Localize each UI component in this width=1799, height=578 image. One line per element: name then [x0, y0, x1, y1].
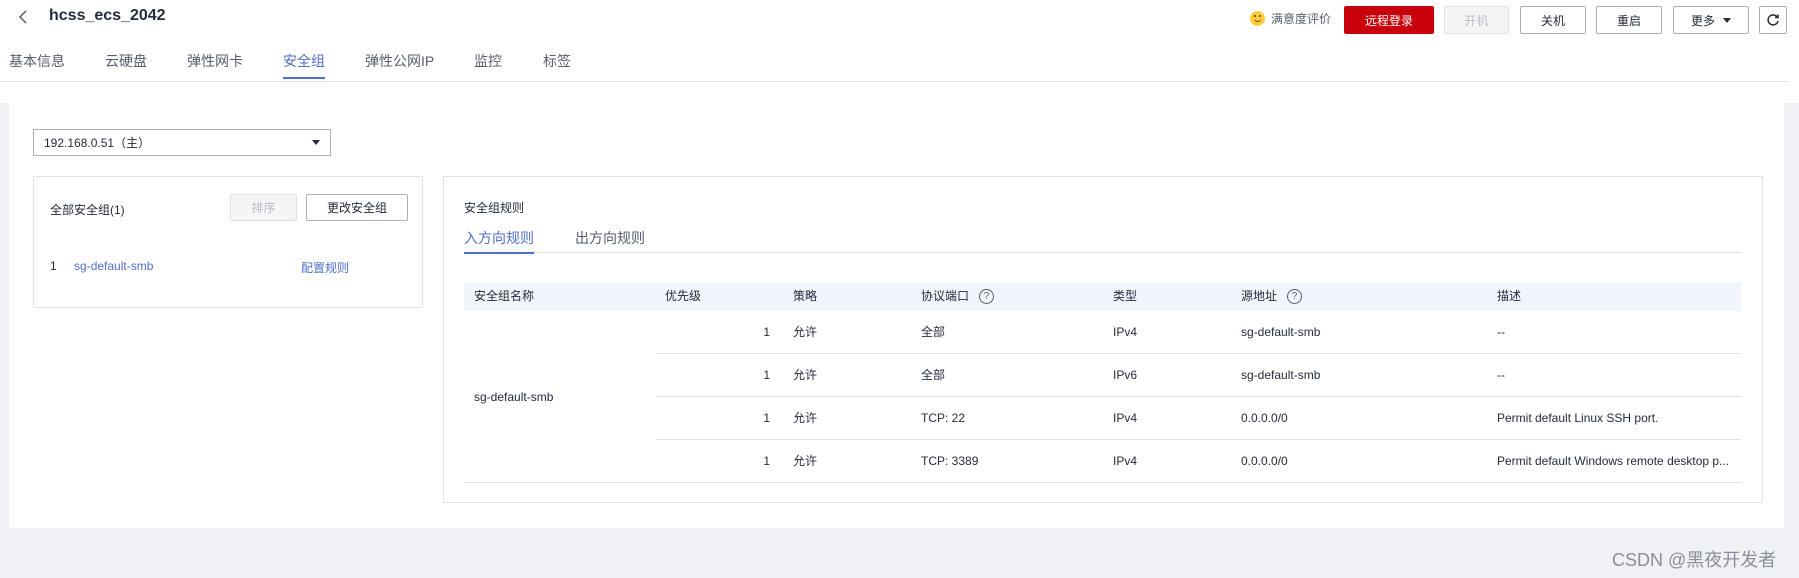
table-row: 1 允许 TCP: 22 IPv4 0.0.0.0/0 Permit defau… — [656, 397, 1741, 440]
refresh-button[interactable] — [1759, 6, 1787, 34]
change-security-group-button[interactable]: 更改安全组 — [306, 194, 408, 221]
satisfaction-rating-link[interactable]: 满意度评价 — [1250, 10, 1331, 27]
col-protocol-port-label: 协议端口 — [921, 289, 970, 303]
sg-index: 1 — [50, 259, 57, 273]
description-cell: -- — [1497, 368, 1505, 382]
description-cell: Permit default Linux SSH port. — [1497, 411, 1659, 425]
policy-cell: 允许 — [793, 325, 818, 339]
source-link[interactable]: sg-default-smb — [1241, 354, 1320, 396]
more-dropdown-button[interactable]: 更多 — [1673, 6, 1749, 34]
more-label: 更多 — [1690, 13, 1715, 28]
table-row: 1 允许 全部 IPv4 sg-default-smb -- — [656, 311, 1741, 354]
list-item: 1 sg-default-smb 配置规则 — [50, 259, 350, 276]
protocol-cell: 全部 — [921, 325, 946, 339]
tab-eip[interactable]: 弹性公网IP — [365, 51, 434, 71]
priority-cell: 1 — [763, 325, 770, 339]
satisfaction-label: 满意度评价 — [1271, 12, 1332, 26]
tab-cloud-disk[interactable]: 云硬盘 — [105, 51, 147, 71]
power-off-button[interactable]: 关机 — [1520, 6, 1586, 34]
remote-login-button[interactable]: 远程登录 — [1344, 6, 1434, 34]
sort-button[interactable]: 排序 — [230, 194, 297, 221]
rules-table: 安全组名称 优先级 策略 协议端口? 类型 源地址? 描述 sg-default… — [464, 282, 1741, 483]
col-source: 源地址? — [1241, 282, 1303, 311]
chevron-down-icon — [1723, 17, 1731, 23]
col-sg-name: 安全组名称 — [474, 289, 535, 303]
tab-elastic-nic[interactable]: 弹性网卡 — [187, 51, 243, 71]
source-link[interactable]: sg-default-smb — [1241, 311, 1320, 353]
tab-security-group[interactable]: 安全组 — [283, 51, 325, 79]
type-cell: IPv4 — [1113, 325, 1138, 339]
type-cell: IPv4 — [1113, 411, 1138, 425]
policy-cell: 允许 — [793, 454, 818, 468]
security-group-rules: 安全组规则 入方向规则 出方向规则 安全组名称 优先级 策略 协议端口? 类型 … — [443, 176, 1763, 503]
col-policy: 策略 — [793, 289, 818, 303]
type-cell: IPv4 — [1113, 454, 1138, 468]
tab-basic-info[interactable]: 基本信息 — [9, 51, 65, 71]
top-bar: hcss_ecs_2042 满意度评价 远程登录 开机 关机 重启 更多 基本信… — [0, 0, 1799, 103]
col-source-label: 源地址 — [1241, 289, 1278, 303]
refresh-icon — [1767, 14, 1779, 26]
tab-inbound-rules[interactable]: 入方向规则 — [464, 228, 534, 254]
detail-tabs: 基本信息 云硬盘 弹性网卡 安全组 弹性公网IP 监控 标签 — [0, 48, 1789, 82]
source-cell: 0.0.0.0/0 — [1241, 454, 1288, 468]
description-cell: Permit default Windows remote desktop p.… — [1497, 454, 1730, 468]
table-row: 1 允许 全部 IPv6 sg-default-smb -- — [656, 354, 1741, 397]
col-type: 类型 — [1113, 289, 1138, 303]
policy-cell: 允许 — [793, 368, 818, 382]
protocol-cell: TCP: 22 — [921, 411, 966, 425]
policy-cell: 允许 — [793, 411, 818, 425]
back-arrow-icon[interactable] — [14, 6, 32, 28]
sg-name-link[interactable]: sg-default-smb — [74, 259, 153, 273]
restart-button[interactable]: 重启 — [1596, 6, 1662, 34]
chevron-down-icon — [312, 140, 320, 145]
security-group-list: 全部安全组(1) 排序 更改安全组 1 sg-default-smb 配置规则 — [33, 176, 423, 308]
priority-cell: 1 — [763, 454, 770, 468]
tab-monitoring[interactable]: 监控 — [474, 51, 502, 71]
col-description: 描述 — [1497, 289, 1522, 303]
help-icon[interactable]: ? — [1287, 289, 1303, 305]
protocol-cell: 全部 — [921, 368, 946, 382]
protocol-cell: TCP: 3389 — [921, 454, 979, 468]
configure-rules-link[interactable]: 配置规则 — [301, 259, 349, 276]
priority-cell: 1 — [763, 368, 770, 382]
nic-select-value: 192.168.0.51（主） — [44, 136, 151, 150]
source-cell: 0.0.0.0/0 — [1241, 411, 1288, 425]
rules-title: 安全组规则 — [464, 201, 525, 215]
type-cell: IPv6 — [1113, 368, 1138, 382]
watermark: CSDN @黑夜开发者 — [1612, 550, 1777, 570]
table-body: sg-default-smb 1 允许 全部 IPv4 sg-default-s… — [464, 311, 1741, 483]
page-title: hcss_ecs_2042 — [49, 7, 166, 24]
rule-direction-tabs: 入方向规则 出方向规则 — [464, 222, 1741, 254]
tab-tags[interactable]: 标签 — [543, 51, 571, 71]
col-priority: 优先级 — [665, 289, 702, 303]
sg-list-title: 全部安全组(1) — [50, 203, 125, 217]
nic-select[interactable]: 192.168.0.51（主） — [33, 129, 331, 156]
col-protocol-port: 协议端口? — [921, 282, 995, 311]
sg-name-cell: sg-default-smb — [464, 311, 656, 483]
power-on-button[interactable]: 开机 — [1444, 6, 1509, 34]
help-icon[interactable]: ? — [979, 289, 995, 305]
tab-outbound-rules[interactable]: 出方向规则 — [575, 228, 645, 248]
smile-icon — [1250, 11, 1265, 26]
description-cell: -- — [1497, 325, 1505, 339]
table-row: 1 允许 TCP: 3389 IPv4 0.0.0.0/0 Permit def… — [656, 440, 1741, 483]
priority-cell: 1 — [763, 411, 770, 425]
table-header: 安全组名称 优先级 策略 协议端口? 类型 源地址? 描述 — [464, 282, 1741, 311]
